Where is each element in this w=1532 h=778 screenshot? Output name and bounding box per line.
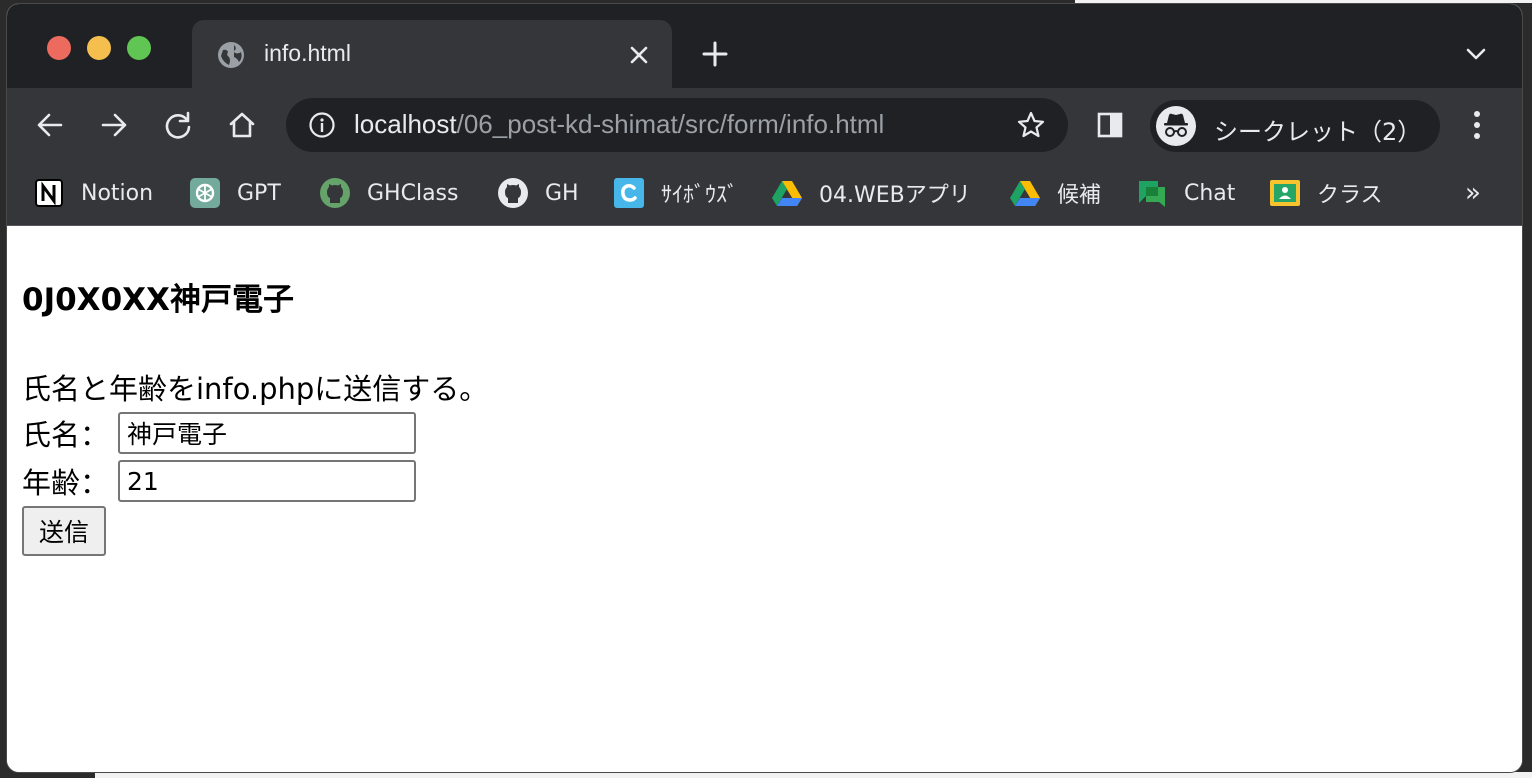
- globe-icon: [218, 42, 244, 68]
- bookmark-star-icon[interactable]: [1016, 110, 1046, 140]
- github-icon: [320, 178, 350, 208]
- bookmark-gpt[interactable]: GPT: [189, 174, 281, 212]
- bookmark-class[interactable]: クラス: [1269, 174, 1383, 212]
- forward-arrow-icon[interactable]: [99, 110, 129, 140]
- chevron-down-icon[interactable]: [1463, 44, 1489, 64]
- bookmark-label: Notion: [81, 180, 154, 206]
- name-input[interactable]: [118, 412, 416, 454]
- bookmark-label: ｻｲﾎﾞｳｽﾞ: [661, 183, 739, 208]
- background-desktop-bottom: [95, 772, 1532, 778]
- chatgpt-icon: [190, 178, 220, 208]
- close-icon[interactable]: [628, 44, 650, 66]
- window-minimize-button[interactable]: [87, 36, 111, 60]
- navigation-toolbar: localhost/06_post-kd-shimat/src/form/inf…: [7, 88, 1522, 162]
- bookmark-label: GH: [545, 180, 579, 206]
- back-arrow-icon[interactable]: [35, 110, 65, 140]
- bookmark-label: GPT: [237, 180, 281, 206]
- age-field-label: 年齢：: [22, 466, 110, 500]
- tab-strip: info.html: [7, 4, 1522, 88]
- bookmark-gh[interactable]: GH: [497, 174, 579, 212]
- google-classroom-icon: [1270, 180, 1300, 206]
- bookmarks-overflow-button[interactable]: »: [1465, 178, 1481, 208]
- google-chat-icon: [1139, 181, 1165, 207]
- browser-window: info.html localhost/06_post-kd-shimat/sr…: [7, 4, 1522, 772]
- bookmark-ghclass[interactable]: GHClass: [319, 174, 458, 212]
- bookmark-label: クラス: [1317, 183, 1383, 208]
- tab-info-html[interactable]: info.html: [192, 20, 672, 88]
- url-path: /06_post-kd-shimat/src/form/info.html: [456, 109, 885, 139]
- tab-title: info.html: [264, 40, 351, 66]
- bookmark-label: Chat: [1184, 180, 1236, 206]
- bookmark-04-web-app[interactable]: 04.WEBアプリ: [771, 174, 971, 212]
- side-panel-icon[interactable]: [1095, 110, 1125, 140]
- bookmark-kouho[interactable]: 候補: [1009, 174, 1101, 212]
- bookmark-label: 04.WEBアプリ: [819, 183, 971, 208]
- url-text[interactable]: localhost/06_post-kd-shimat/src/form/inf…: [354, 109, 884, 140]
- site-info-icon[interactable]: [308, 111, 336, 139]
- page-heading: 0J0X0XX神戸電子: [22, 282, 294, 318]
- bookmark-label: 候補: [1057, 183, 1102, 208]
- bookmark-label: GHClass: [367, 180, 459, 206]
- incognito-label: シークレット（2）: [1214, 118, 1422, 146]
- address-bar[interactable]: localhost/06_post-kd-shimat/src/form/inf…: [286, 98, 1068, 152]
- bookmark-notion[interactable]: Notion: [33, 174, 153, 212]
- age-input[interactable]: [118, 460, 416, 502]
- kebab-menu-icon[interactable]: [1467, 108, 1487, 142]
- bookmark-chat[interactable]: Chat: [1136, 174, 1235, 212]
- home-icon[interactable]: [227, 110, 257, 140]
- url-host: localhost: [354, 109, 457, 139]
- bookmark-cybozu[interactable]: ｻｲﾎﾞｳｽﾞ: [613, 174, 738, 212]
- form-description: 氏名と年齢をinfo.phpに送信する。: [22, 372, 489, 406]
- github-icon: [498, 178, 528, 208]
- reload-icon[interactable]: [163, 110, 193, 140]
- window-close-button[interactable]: [47, 36, 71, 60]
- notion-icon: [35, 179, 63, 207]
- google-drive-icon: [772, 181, 802, 206]
- incognito-profile-chip[interactable]: シークレット（2）: [1150, 100, 1440, 152]
- page-content: 0J0X0XX神戸電子 氏名と年齢をinfo.phpに送信する。 氏名： 年齢：…: [7, 226, 1522, 772]
- incognito-icon: [1156, 106, 1196, 146]
- cybozu-icon: [614, 178, 644, 208]
- google-drive-icon: [1010, 181, 1040, 206]
- background-desktop-strip: [1075, 0, 1532, 3]
- new-tab-plus-icon[interactable]: [701, 40, 729, 68]
- bookmarks-bar: Notion GPT GHClass GH ｻｲﾎﾞｳｽﾞ 04.WEBアプリ …: [7, 162, 1522, 226]
- submit-button[interactable]: 送信: [22, 506, 106, 556]
- name-field-label: 氏名：: [22, 418, 110, 452]
- window-zoom-button[interactable]: [127, 36, 151, 60]
